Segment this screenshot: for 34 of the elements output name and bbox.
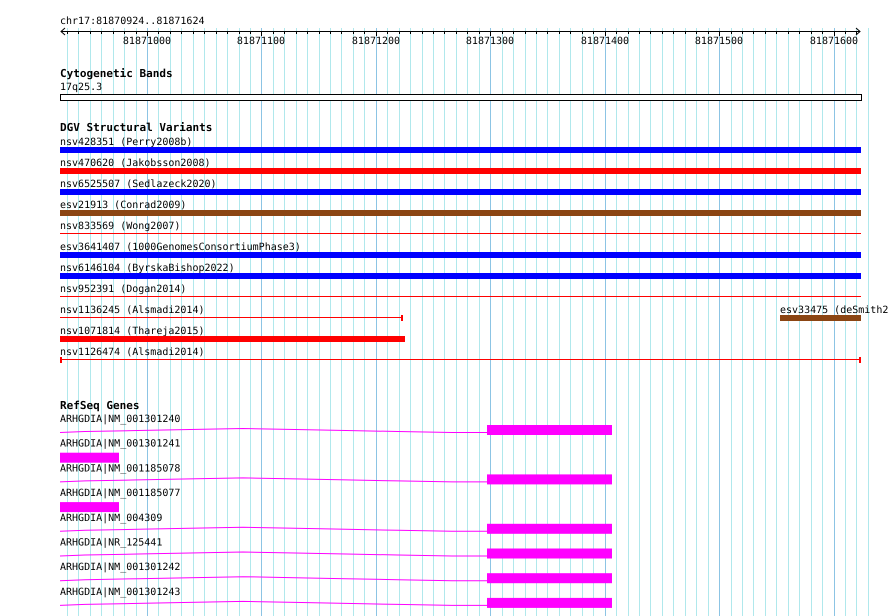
feature-label: nsv6525507 (Sedlazeck2020) <box>60 179 217 190</box>
feature-label: ARHGDIA|NM_004309 <box>60 512 162 524</box>
tick-label: 81871400 <box>580 36 630 47</box>
region-label: chr17:81870924..81871624 <box>60 16 204 27</box>
track-title: RefSeq Genes <box>60 399 140 412</box>
feature-label: ARHGDIA|NM_001301243 <box>60 586 180 598</box>
exon-block <box>60 452 119 463</box>
feature-label: nsv1126474 (Alsmadi2014) <box>60 347 204 358</box>
track-title: DGV Structural Variants <box>60 121 212 134</box>
tick-label: 81871600 <box>810 36 858 47</box>
feature-label: ARHGDIA|NM_001185078 <box>60 463 180 474</box>
tick-label: 81871300 <box>466 36 514 47</box>
feature-label: esv3641407 (1000GenomesConsortiumPhase3) <box>60 242 301 253</box>
exon-block <box>60 502 119 512</box>
feature-label: nsv1071814 (Thareja2015) <box>60 326 204 337</box>
feature-label: ARHGDIA|NM_001301242 <box>60 562 180 574</box>
band-label: 17q25.3 <box>60 82 102 93</box>
tick-label: 81871200 <box>352 36 400 47</box>
tick-label: 81871500 <box>694 36 744 47</box>
tick-label: 81871100 <box>236 36 286 47</box>
feature-label: esv33475 (deSmith2 <box>780 305 888 316</box>
feature-label: nsv833569 (Wong2007) <box>60 221 180 232</box>
feature-label: nsv470620 (Jakobsson2008) <box>60 158 211 169</box>
feature-label: ARHGDIA|NM_001301241 <box>60 438 180 450</box>
feature-label: nsv952391 (Dogan2014) <box>60 284 186 295</box>
feature-label: nsv428351 (Perry2008b) <box>60 137 192 148</box>
feature-label: ARHGDIA|NM_001301240 <box>60 414 180 425</box>
track-title: Cytogenetic Bands <box>60 67 173 80</box>
feature-label: ARHGDIA|NR_125441 <box>60 538 162 548</box>
feature-label: ARHGDIA|NM_001185077 <box>60 488 180 500</box>
feature-label: esv21913 (Conrad2009) <box>60 200 186 211</box>
feature-label: nsv1136245 (Alsmadi2014) <box>60 305 204 316</box>
tick-label: 81871000 <box>122 36 172 47</box>
feature-label: nsv6146104 (ByrskaBishop2022) <box>60 263 235 274</box>
